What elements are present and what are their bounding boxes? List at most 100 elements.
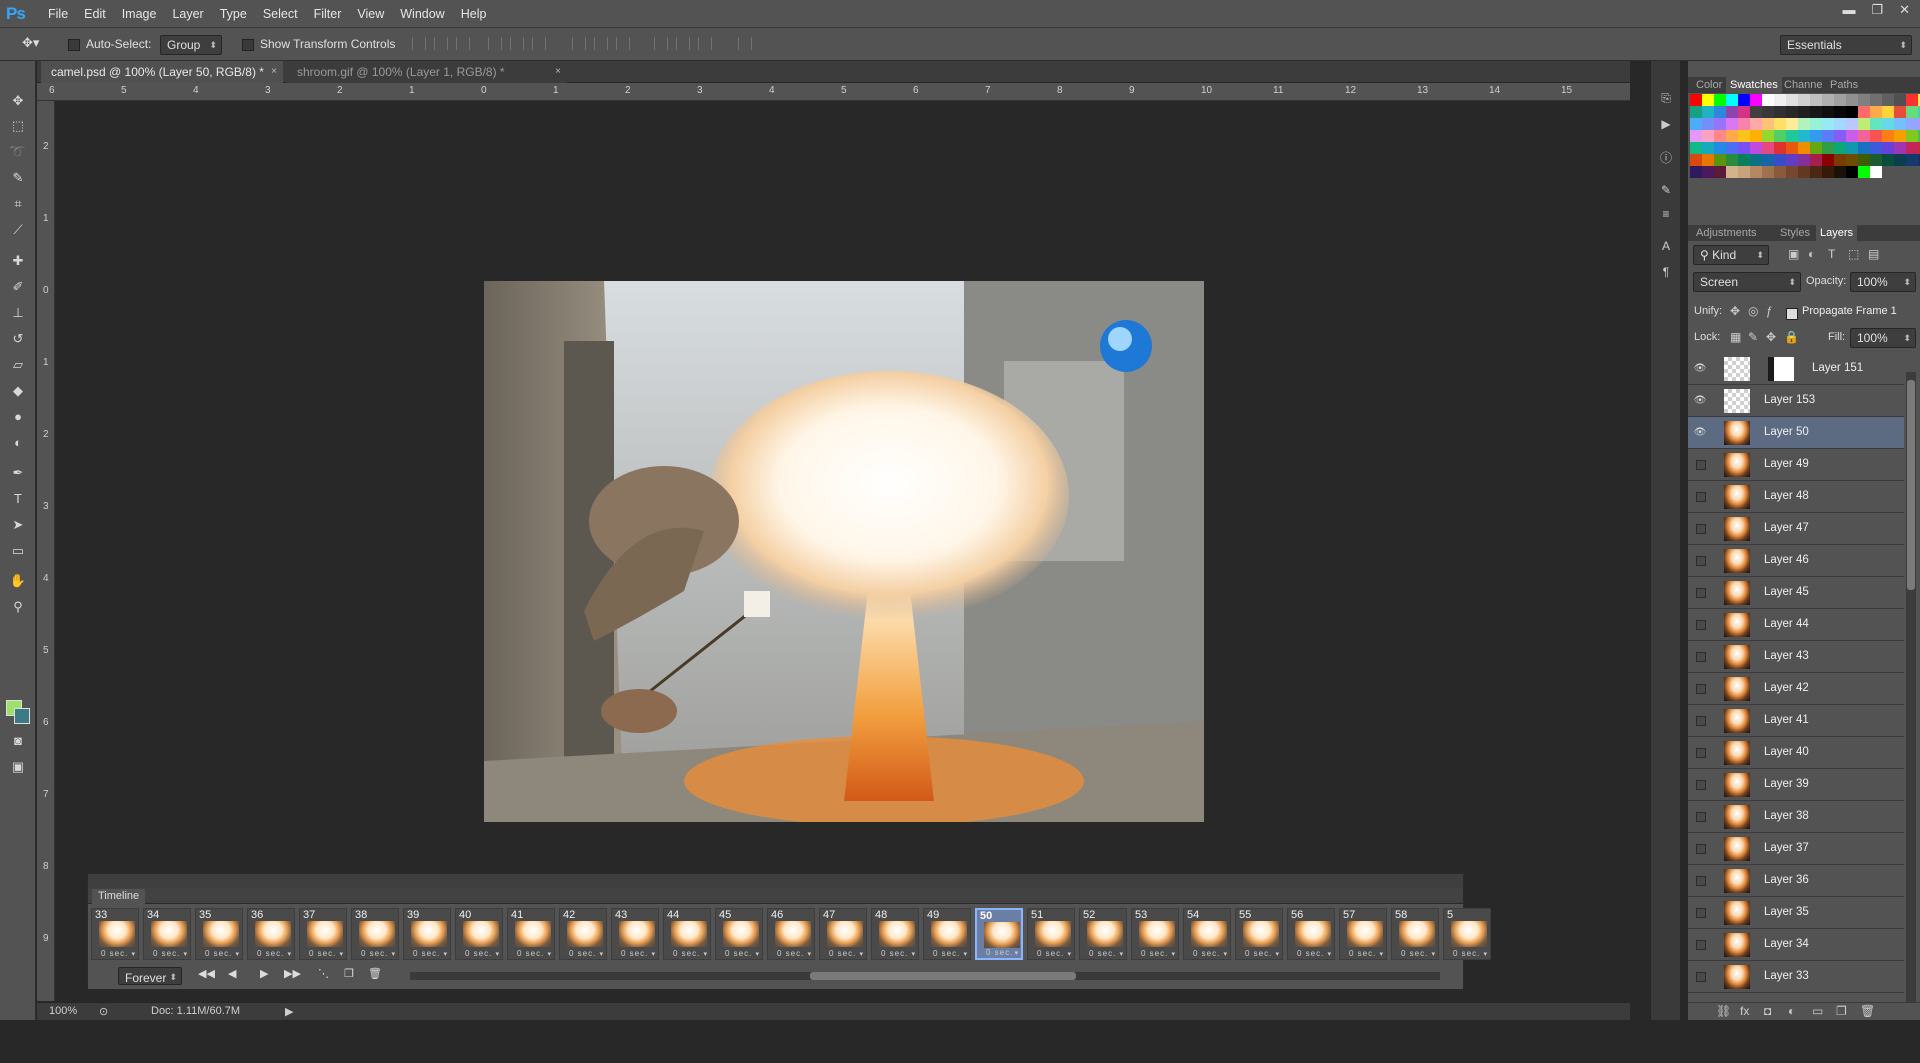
- frame-delay[interactable]: 0 sec.: [361, 949, 388, 958]
- lock-position-icon[interactable]: ✥: [1766, 330, 1776, 344]
- color-swatch[interactable]: [1870, 118, 1882, 130]
- color-swatch[interactable]: [1846, 154, 1858, 166]
- color-swatch[interactable]: [1858, 106, 1870, 118]
- layer-row[interactable]: 👁 Layer 50: [1688, 417, 1904, 449]
- frame-delay[interactable]: 0 sec.: [1193, 949, 1220, 958]
- color-swatch[interactable]: [1726, 94, 1738, 106]
- color-swatch[interactable]: [1798, 106, 1810, 118]
- zoom-level[interactable]: 100%: [49, 1005, 77, 1017]
- color-swatch[interactable]: [1738, 118, 1750, 130]
- color-swatch[interactable]: [1858, 118, 1870, 130]
- color-swatch[interactable]: [1750, 142, 1762, 154]
- frame-delay-arrow-icon[interactable]: ▾: [911, 950, 915, 958]
- history-brush-icon[interactable]: ↺: [6, 329, 30, 349]
- align-distribute-icon[interactable]: [532, 37, 546, 50]
- info-icon[interactable]: ⓘ: [1658, 149, 1674, 165]
- color-swatch[interactable]: [1750, 94, 1762, 106]
- first-frame-button[interactable]: ◀◀: [198, 967, 215, 980]
- layer-mask-thumbnail[interactable]: [1768, 357, 1794, 381]
- timeline-frame[interactable]: 55 0 sec. ▾: [1235, 908, 1283, 960]
- frame-delay[interactable]: 0 sec.: [621, 949, 648, 958]
- color-swatch[interactable]: [1810, 118, 1822, 130]
- frame-delay[interactable]: 0 sec.: [933, 949, 960, 958]
- unify-style-icon[interactable]: ƒ: [1766, 304, 1773, 318]
- color-swatch[interactable]: [1702, 94, 1714, 106]
- lock-pixels-icon[interactable]: ✎: [1748, 330, 1758, 344]
- frame-delay[interactable]: 0 sec.: [257, 949, 284, 958]
- adjustment-layer-icon[interactable]: ◐: [1788, 1004, 1795, 1018]
- color-swatch[interactable]: [1690, 130, 1702, 142]
- menu-file[interactable]: File: [40, 0, 76, 28]
- align-distribute-icon[interactable]: [510, 37, 524, 50]
- color-swatch[interactable]: [1870, 154, 1882, 166]
- color-swatch[interactable]: [1726, 130, 1738, 142]
- color-swatch[interactable]: [1906, 154, 1918, 166]
- frame-delay-arrow-icon[interactable]: ▾: [495, 950, 499, 958]
- color-swatch[interactable]: [1906, 106, 1918, 118]
- quick-mask-icon[interactable]: ◙: [6, 731, 30, 751]
- color-swatch[interactable]: [1750, 130, 1762, 142]
- color-swatch[interactable]: [1870, 94, 1882, 106]
- timeline-frame[interactable]: 49 0 sec. ▾: [923, 908, 971, 960]
- frame-delay-arrow-icon[interactable]: ▾: [1223, 950, 1227, 958]
- show-transform-checkbox[interactable]: [242, 37, 258, 51]
- minimize-button[interactable]: ▬: [1842, 2, 1855, 18]
- frame-delay[interactable]: 0 sec.: [1141, 949, 1168, 958]
- color-swatch[interactable]: [1834, 94, 1846, 106]
- tab-shroom-gif[interactable]: shroom.gif @ 100% (Layer 1, RGB/8) * ×: [287, 61, 567, 83]
- color-swatch[interactable]: [1858, 154, 1870, 166]
- menu-layer[interactable]: Layer: [164, 0, 211, 28]
- layer-row[interactable]: Layer 41: [1688, 705, 1904, 737]
- frame-delay-arrow-icon[interactable]: ▾: [547, 950, 551, 958]
- color-swatch[interactable]: [1762, 106, 1774, 118]
- layer-row[interactable]: 👁 Layer 153: [1688, 385, 1904, 417]
- color-swatch[interactable]: [1798, 154, 1810, 166]
- eyedropper-tool-icon[interactable]: ⟋: [6, 220, 30, 240]
- frame-delay[interactable]: 0 sec.: [986, 948, 1013, 957]
- stamp-tool-icon[interactable]: ⊥: [6, 303, 30, 323]
- color-swatch[interactable]: [1702, 106, 1714, 118]
- delete-layer-icon[interactable]: 🗑: [1860, 1004, 1875, 1018]
- frame-delay-arrow-icon[interactable]: ▾: [599, 950, 603, 958]
- frame-delay-arrow-icon[interactable]: ▾: [339, 950, 343, 958]
- frame-delay-arrow-icon[interactable]: ▾: [1171, 950, 1175, 958]
- tab-close-icon[interactable]: ×: [271, 61, 277, 83]
- visibility-toggle[interactable]: [1696, 588, 1706, 598]
- timeline-frame[interactable]: 48 0 sec. ▾: [871, 908, 919, 960]
- visibility-toggle[interactable]: [1696, 620, 1706, 630]
- next-frame-button[interactable]: ▶▶: [284, 967, 301, 980]
- color-swatch[interactable]: [1786, 106, 1798, 118]
- panel-tab-adjustments[interactable]: Adjustments: [1692, 225, 1761, 241]
- layer-row[interactable]: Layer 43: [1688, 641, 1904, 673]
- timeline-frame[interactable]: 5 0 sec. ▾: [1443, 908, 1491, 960]
- visibility-toggle[interactable]: [1696, 684, 1706, 694]
- frame-delay[interactable]: 0 sec.: [153, 949, 180, 958]
- color-swatch[interactable]: [1774, 106, 1786, 118]
- frame-delay-arrow-icon[interactable]: ▾: [1379, 950, 1383, 958]
- color-swatch[interactable]: [1762, 94, 1774, 106]
- workspace-dropdown[interactable]: Essentials: [1780, 35, 1912, 55]
- brush-tool-icon[interactable]: ✐: [6, 277, 30, 297]
- color-swatch[interactable]: [1870, 106, 1882, 118]
- align-distribute-icon[interactable]: [676, 37, 690, 50]
- color-swatch[interactable]: [1798, 166, 1810, 178]
- color-swatch[interactable]: [1858, 166, 1870, 178]
- previous-frame-button[interactable]: ◀: [228, 967, 236, 980]
- layer-row[interactable]: Layer 40: [1688, 737, 1904, 769]
- color-swatch[interactable]: [1714, 142, 1726, 154]
- color-swatch[interactable]: [1834, 106, 1846, 118]
- color-swatch[interactable]: [1834, 166, 1846, 178]
- panel-tab-channe[interactable]: Channe: [1780, 77, 1827, 93]
- color-swatch[interactable]: [1798, 142, 1810, 154]
- align-distribute-icon[interactable]: [738, 37, 752, 50]
- color-swatch[interactable]: [1894, 130, 1906, 142]
- visibility-toggle[interactable]: [1696, 812, 1706, 822]
- opacity-field[interactable]: 100%: [1850, 272, 1916, 292]
- color-swatch[interactable]: [1786, 142, 1798, 154]
- auto-select-dropdown[interactable]: Group: [160, 35, 222, 55]
- timeline-frame[interactable]: 35 0 sec. ▾: [195, 908, 243, 960]
- visibility-toggle[interactable]: [1696, 940, 1706, 950]
- panel-tab-color[interactable]: Color: [1692, 77, 1726, 93]
- align-distribute-icon[interactable]: [434, 37, 448, 50]
- color-swatch[interactable]: [1750, 118, 1762, 130]
